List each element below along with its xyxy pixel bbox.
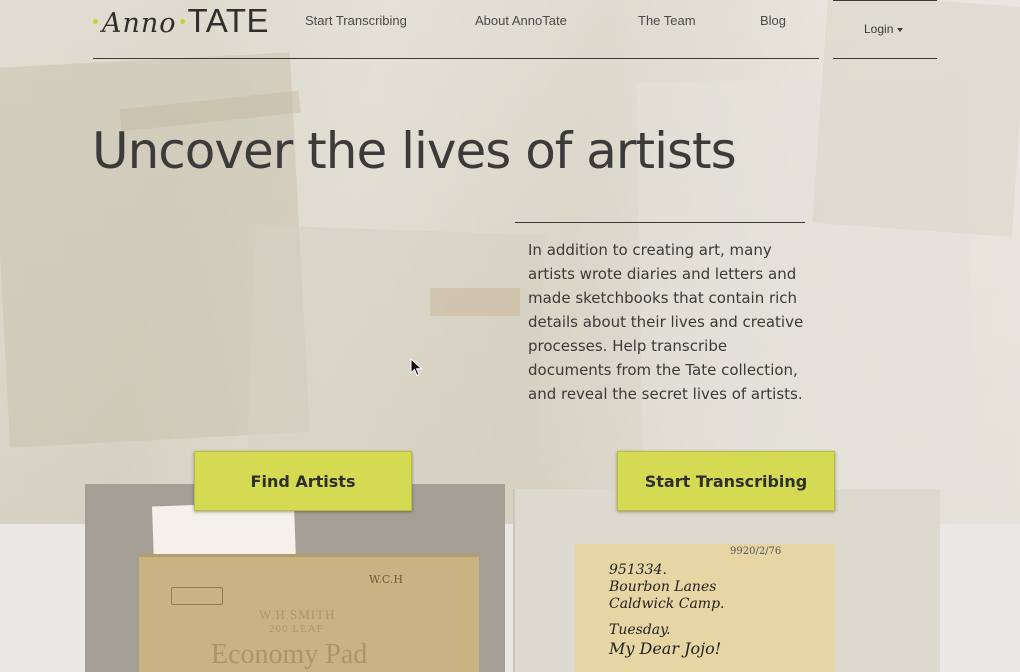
nav-start-transcribing[interactable]: Start Transcribing bbox=[305, 13, 407, 28]
site-header: Anno TATE Start Transcribing About AnnoT… bbox=[93, 0, 937, 60]
nav-divider bbox=[93, 58, 819, 59]
notebook-cover: W.H.SMITH 200 LEAF Economy Pad W.C.H bbox=[139, 554, 479, 672]
notebook-title: Economy Pad bbox=[211, 639, 368, 670]
notebooks-photo: W.H.SMITH 200 LEAF Economy Pad W.C.H 992… bbox=[85, 484, 940, 672]
login-label: Login bbox=[864, 22, 894, 36]
login-dropdown[interactable]: Login bbox=[833, 0, 937, 59]
hero-description: In addition to creating art, many artist… bbox=[528, 241, 804, 403]
annotate-logo[interactable]: Anno TATE bbox=[93, 2, 269, 42]
notebook-brand: W.H.SMITH bbox=[259, 607, 336, 622]
letter-line: My Dear Jojo! bbox=[609, 639, 722, 658]
caret-down-icon bbox=[897, 27, 904, 32]
find-artists-button[interactable]: Find Artists bbox=[194, 451, 412, 511]
logo-dot bbox=[93, 19, 98, 24]
cover-label-box bbox=[171, 587, 223, 605]
notebook-initials: W.C.H bbox=[369, 573, 403, 586]
mouse-pointer-icon bbox=[410, 358, 423, 377]
hero-background bbox=[0, 0, 1020, 524]
collage-tape bbox=[430, 288, 520, 316]
logo-dot bbox=[179, 19, 185, 24]
letter-page: 9920/2/76 951334. Bourbon Lanes Caldwick… bbox=[575, 544, 835, 672]
archive-number: 9920/2/76 bbox=[730, 546, 782, 557]
letter-line: Caldwick Camp. bbox=[609, 596, 725, 612]
letter-line: 951334. bbox=[609, 562, 667, 578]
start-transcribing-button[interactable]: Start Transcribing bbox=[617, 451, 835, 511]
nav-about-annotate[interactable]: About AnnoTate bbox=[475, 13, 567, 28]
description-divider bbox=[515, 222, 805, 223]
hero-title: Uncover the lives of artists bbox=[92, 122, 737, 180]
logo-tate: TATE bbox=[187, 2, 269, 39]
letter-line: Bourbon Lanes bbox=[609, 579, 717, 595]
logo-anno: Anno bbox=[102, 8, 177, 39]
login-toggle[interactable]: Login bbox=[864, 22, 904, 36]
notebook-sub: 200 LEAF bbox=[269, 623, 324, 635]
nav-the-team[interactable]: The Team bbox=[638, 13, 696, 28]
nav-blog[interactable]: Blog bbox=[760, 13, 786, 28]
letter-line: Tuesday. bbox=[609, 622, 671, 638]
